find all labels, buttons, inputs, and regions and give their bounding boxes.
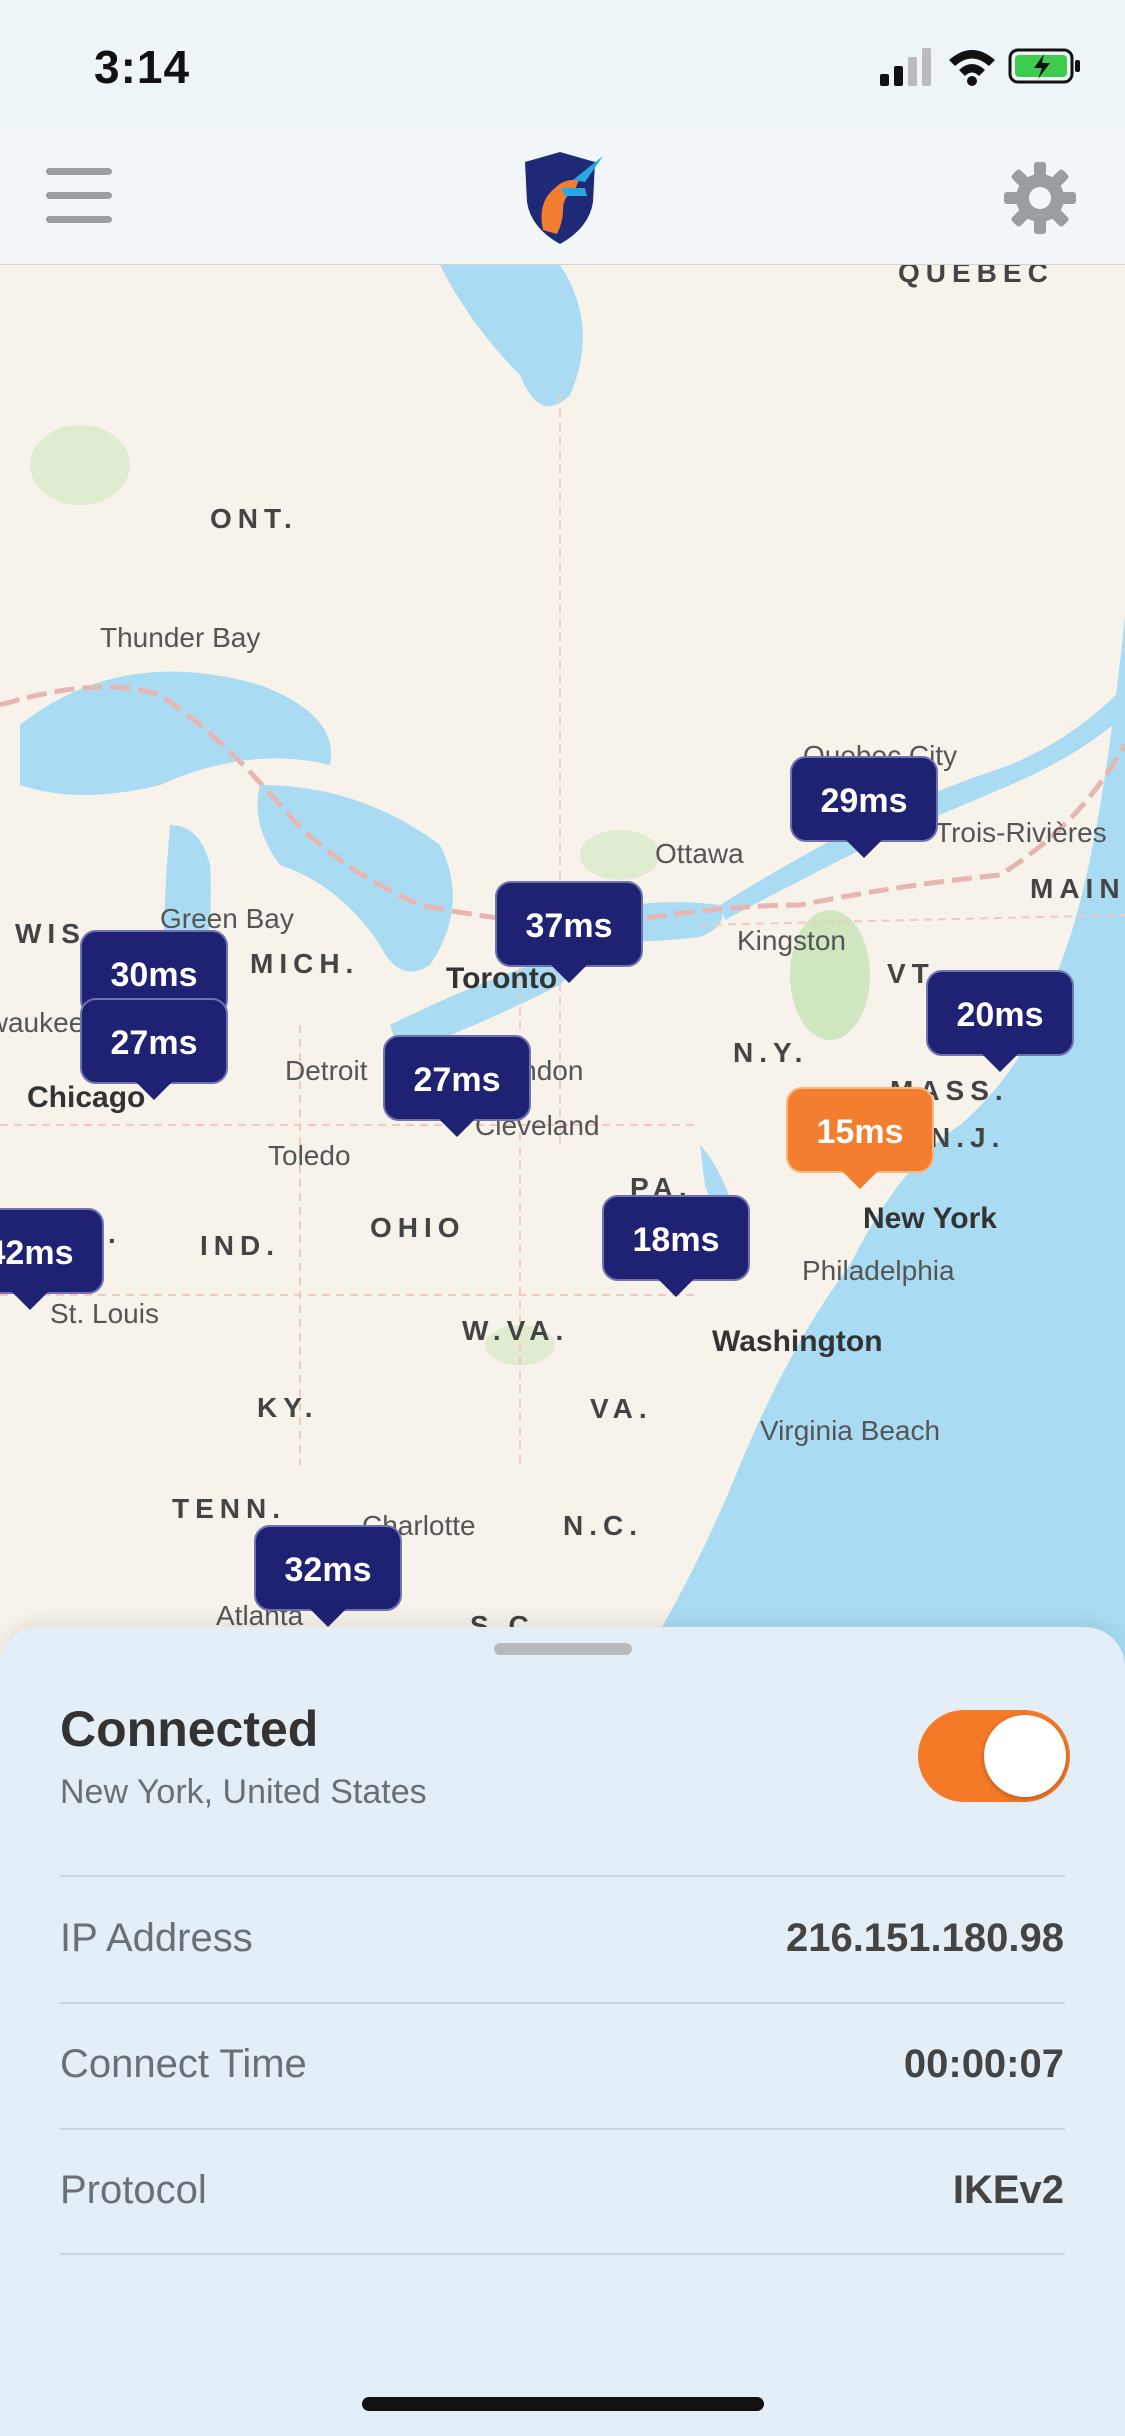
region-label-wva: W.VA. bbox=[462, 1315, 570, 1346]
connection-status-title: Connected bbox=[60, 1701, 319, 1757]
city-label-chicago: Chicago bbox=[27, 1081, 146, 1114]
divider bbox=[60, 1875, 1065, 1877]
city-label-detroit: Detroit bbox=[285, 1055, 368, 1086]
server-pin-st-louis[interactable]: 42ms bbox=[0, 1208, 104, 1310]
connect-time-value: 00:00:07 bbox=[903, 2042, 1064, 2086]
region-label-quebec: QUEBEC bbox=[898, 265, 1054, 288]
signal-icon bbox=[880, 48, 931, 86]
region-label-ind: IND. bbox=[200, 1230, 280, 1261]
city-label-thunder-bay: Thunder Bay bbox=[100, 622, 261, 653]
wifi-icon bbox=[949, 50, 995, 86]
protocol-label: Protocol bbox=[60, 2168, 207, 2212]
city-label-trois-rivieres: Trois-Rivières bbox=[935, 817, 1107, 848]
city-label-new-york: New York bbox=[863, 1202, 997, 1235]
battery-icon bbox=[1008, 48, 1080, 84]
divider bbox=[60, 2128, 1065, 2130]
connect-time-label: Connect Time bbox=[60, 2042, 307, 2086]
server-pin-detroit[interactable]: 27ms bbox=[383, 1035, 531, 1137]
city-label-milwaukee: Milwaukee bbox=[0, 1007, 85, 1038]
region-label-ky: KY. bbox=[257, 1392, 319, 1423]
ip-address-value: 216.151.180.98 bbox=[785, 1916, 1064, 1960]
region-label-maine: MAINE bbox=[1030, 873, 1125, 904]
unicorn-shield-logo bbox=[525, 152, 603, 244]
sheet-grabber-handle[interactable] bbox=[494, 1643, 632, 1655]
server-pin-boston[interactable]: 20ms bbox=[926, 970, 1074, 1072]
city-label-ottawa: Ottawa bbox=[655, 838, 744, 869]
region-label-tenn: TENN. bbox=[172, 1493, 286, 1524]
server-pin-new-york[interactable]: 15ms bbox=[786, 1087, 934, 1189]
divider bbox=[60, 2002, 1065, 2004]
city-label-philadelphia: Philadelphia bbox=[802, 1255, 955, 1286]
nav-bar bbox=[0, 130, 1125, 266]
city-label-kingston: Kingston bbox=[737, 925, 846, 956]
region-label-mich: MICH. bbox=[250, 948, 360, 979]
city-label-virginia-beach: Virginia Beach bbox=[760, 1415, 941, 1446]
divider bbox=[60, 2253, 1065, 2255]
hamburger-menu-icon[interactable] bbox=[46, 168, 112, 224]
city-label-toledo: Toledo bbox=[268, 1140, 351, 1171]
city-label-st-louis: St. Louis bbox=[50, 1298, 159, 1329]
status-bar: 3:14 bbox=[0, 0, 1125, 130]
server-pin-atlanta[interactable]: 32ms bbox=[254, 1525, 402, 1627]
server-pin-quebec[interactable]: 29ms bbox=[790, 756, 938, 858]
region-label-nc: N.C. bbox=[563, 1510, 643, 1541]
status-time: 3:14 bbox=[94, 41, 191, 93]
region-label-va: VA. bbox=[590, 1393, 653, 1424]
home-indicator[interactable] bbox=[362, 2397, 764, 2411]
region-label-ont: ONT. bbox=[210, 503, 298, 534]
vpn-toggle-knob[interactable] bbox=[984, 1715, 1066, 1797]
region-label-ny: N.Y. bbox=[733, 1037, 809, 1068]
server-pin-washington[interactable]: 18ms bbox=[602, 1195, 750, 1297]
map-view[interactable]: QUEBEC ONT. WIS. MICH. ILL. IND. OHIO PA… bbox=[0, 265, 1125, 1665]
connection-location: New York, United States bbox=[60, 1773, 427, 1811]
region-label-ohio: OHIO bbox=[370, 1212, 466, 1243]
city-label-washington: Washington bbox=[712, 1325, 883, 1358]
protocol-value: IKEv2 bbox=[952, 2168, 1064, 2212]
ip-address-label: IP Address bbox=[60, 1916, 253, 1960]
gear-icon[interactable] bbox=[1004, 162, 1076, 234]
server-pin-toronto[interactable]: 37ms bbox=[495, 881, 643, 983]
region-label-nj: N.J. bbox=[930, 1122, 1006, 1153]
server-pin-chicago[interactable]: 27ms bbox=[80, 998, 228, 1100]
